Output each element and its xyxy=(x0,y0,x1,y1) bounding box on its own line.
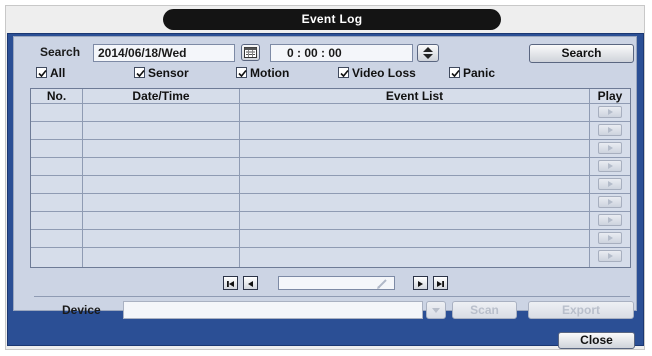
last-page-button[interactable] xyxy=(433,276,448,290)
column-divider xyxy=(589,89,590,267)
filter-all-label: All xyxy=(50,66,66,80)
row-divider xyxy=(31,175,630,176)
calendar-icon xyxy=(244,47,257,58)
column-divider xyxy=(239,89,240,267)
row-play-button[interactable] xyxy=(598,232,622,244)
search-button[interactable]: Search xyxy=(529,44,634,63)
filter-panic-checkbox[interactable]: Panic xyxy=(449,66,495,80)
page-number-field[interactable] xyxy=(278,276,395,290)
spinner-updown-icon xyxy=(423,47,433,59)
window-title: Event Log xyxy=(163,9,501,30)
search-label: Search xyxy=(40,45,81,59)
row-play-button[interactable] xyxy=(598,160,622,172)
row-divider xyxy=(31,211,630,212)
filter-motion-label: Motion xyxy=(250,66,290,80)
close-button[interactable]: Close xyxy=(558,332,635,349)
row-play-button[interactable] xyxy=(598,142,622,154)
calendar-button[interactable] xyxy=(241,44,260,61)
column-header-no: No. xyxy=(46,89,67,103)
checkbox-check-icon xyxy=(449,67,460,78)
search-time-field[interactable]: 0 : 00 : 00 xyxy=(270,44,413,62)
time-spinner[interactable] xyxy=(417,44,439,62)
export-button[interactable]: Export xyxy=(528,301,634,319)
row-play-button[interactable] xyxy=(598,196,622,208)
row-divider xyxy=(31,121,630,122)
previous-icon xyxy=(248,281,253,287)
row-divider xyxy=(31,247,630,248)
scan-button[interactable]: Scan xyxy=(452,301,517,319)
column-header-event-list: Event List xyxy=(385,89,444,103)
device-label: Device xyxy=(62,303,101,317)
filter-all-checkbox[interactable]: All xyxy=(36,66,65,80)
filter-sensor-label: Sensor xyxy=(148,66,189,80)
header-divider xyxy=(31,103,630,104)
search-date-field[interactable]: 2014/06/18/Wed xyxy=(93,44,235,62)
filter-panic-label: Panic xyxy=(463,66,496,80)
first-page-button[interactable] xyxy=(223,276,238,290)
filter-videoloss-checkbox[interactable]: Video Loss xyxy=(338,66,416,80)
checkbox-check-icon xyxy=(236,67,247,78)
row-divider xyxy=(31,193,630,194)
row-play-button[interactable] xyxy=(598,124,622,136)
skip-last-icon xyxy=(437,281,444,287)
checkbox-check-icon xyxy=(338,67,349,78)
column-header-play: Play xyxy=(597,89,623,103)
row-play-button[interactable] xyxy=(598,178,622,190)
row-divider xyxy=(31,157,630,158)
device-select[interactable] xyxy=(123,301,423,319)
row-play-button[interactable] xyxy=(598,214,622,226)
filter-motion-checkbox[interactable]: Motion xyxy=(236,66,289,80)
event-table: No. Date/Time Event List Play xyxy=(30,88,631,268)
row-play-button[interactable] xyxy=(598,250,622,262)
column-header-datetime: Date/Time xyxy=(132,89,190,103)
next-icon xyxy=(418,281,423,287)
row-play-button[interactable] xyxy=(598,106,622,118)
row-divider xyxy=(31,229,630,230)
pencil-icon xyxy=(377,279,387,289)
row-divider xyxy=(31,139,630,140)
checkbox-check-icon xyxy=(36,67,47,78)
column-divider xyxy=(82,89,83,267)
filter-videoloss-label: Video Loss xyxy=(352,66,416,80)
filter-sensor-checkbox[interactable]: Sensor xyxy=(134,66,189,80)
section-divider xyxy=(34,296,630,297)
chevron-down-icon xyxy=(432,308,440,313)
previous-page-button[interactable] xyxy=(243,276,258,290)
next-page-button[interactable] xyxy=(413,276,428,290)
device-dropdown-button[interactable] xyxy=(426,301,446,319)
skip-first-icon xyxy=(227,281,234,287)
checkbox-check-icon xyxy=(134,67,145,78)
